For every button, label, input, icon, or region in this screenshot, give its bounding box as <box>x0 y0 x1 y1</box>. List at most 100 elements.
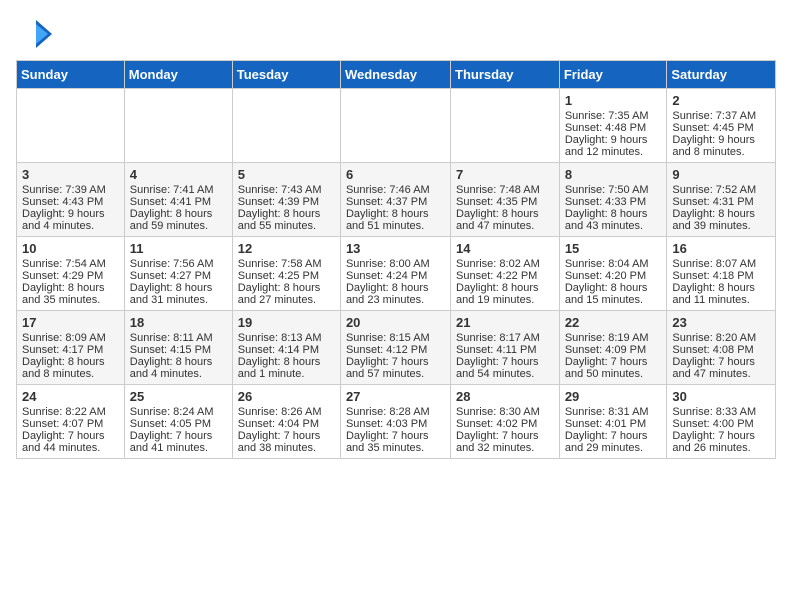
day-number: 4 <box>130 167 227 182</box>
day-info: Sunset: 4:31 PM <box>672 196 770 208</box>
day-info: Sunset: 4:05 PM <box>130 418 227 430</box>
day-header-tuesday: Tuesday <box>232 61 340 89</box>
day-info: Sunrise: 8:33 AM <box>672 406 770 418</box>
day-info: Daylight: 8 hours and 43 minutes. <box>565 208 662 232</box>
day-number: 25 <box>130 389 227 404</box>
day-info: Daylight: 7 hours and 44 minutes. <box>22 430 119 454</box>
calendar-cell: 3Sunrise: 7:39 AMSunset: 4:43 PMDaylight… <box>17 163 125 237</box>
day-info: Sunrise: 7:52 AM <box>672 184 770 196</box>
calendar-table: SundayMondayTuesdayWednesdayThursdayFrid… <box>16 60 776 459</box>
day-info: Sunset: 4:08 PM <box>672 344 770 356</box>
day-info: Sunrise: 8:30 AM <box>456 406 554 418</box>
day-info: Daylight: 8 hours and 1 minute. <box>238 356 335 380</box>
day-number: 2 <box>672 93 770 108</box>
day-info: Sunrise: 8:13 AM <box>238 332 335 344</box>
day-number: 20 <box>346 315 445 330</box>
calendar-cell: 25 Sunrise: 8:24 AMSunset: 4:05 PMDayligh… <box>124 385 232 459</box>
day-info: Sunrise: 7:46 AM <box>346 184 445 196</box>
day-number: 1 <box>565 93 662 108</box>
day-number: 11 <box>130 241 227 256</box>
day-info: Sunset: 4:27 PM <box>130 270 227 282</box>
day-info: Sunset: 4:29 PM <box>22 270 119 282</box>
day-number: 22 <box>565 315 662 330</box>
day-number: 7 <box>456 167 554 182</box>
calendar-cell: 4Sunrise: 7:41 AMSunset: 4:41 PMDaylight… <box>124 163 232 237</box>
day-info: Daylight: 7 hours and 57 minutes. <box>346 356 445 380</box>
day-info: Sunset: 4:14 PM <box>238 344 335 356</box>
calendar-cell: 5Sunrise: 7:43 AMSunset: 4:39 PMDaylight… <box>232 163 340 237</box>
calendar-cell: 8Sunrise: 7:50 AMSunset: 4:33 PMDaylight… <box>559 163 667 237</box>
day-info: Sunrise: 7:50 AM <box>565 184 662 196</box>
day-info: Sunrise: 8:22 AM <box>22 406 119 418</box>
calendar-cell <box>232 89 340 163</box>
calendar-cell: 2Sunrise: 7:37 AMSunset: 4:45 PMDaylight… <box>667 89 776 163</box>
day-info: Daylight: 8 hours and 15 minutes. <box>565 282 662 306</box>
day-info: Sunset: 4:17 PM <box>22 344 119 356</box>
day-number: 6 <box>346 167 445 182</box>
day-number: 27 <box>346 389 445 404</box>
day-info: Sunrise: 7:56 AM <box>130 258 227 270</box>
day-info: Sunset: 4:41 PM <box>130 196 227 208</box>
day-info: Sunset: 4:48 PM <box>565 122 662 134</box>
day-info: Sunset: 4:20 PM <box>565 270 662 282</box>
day-info: Daylight: 9 hours and 12 minutes. <box>565 134 662 158</box>
day-info: Sunset: 4:11 PM <box>456 344 554 356</box>
day-number: 26 <box>238 389 335 404</box>
day-info: Sunrise: 8:00 AM <box>346 258 445 270</box>
day-info: Sunrise: 8:31 AM <box>565 406 662 418</box>
day-info: Sunset: 4:04 PM <box>238 418 335 430</box>
day-info: Daylight: 7 hours and 38 minutes. <box>238 430 335 454</box>
day-info: Sunrise: 8:07 AM <box>672 258 770 270</box>
calendar-cell: 24Sunrise: 8:22 AMSunset: 4:07 PMDayligh… <box>17 385 125 459</box>
day-header-friday: Friday <box>559 61 667 89</box>
day-info: Daylight: 8 hours and 55 minutes. <box>238 208 335 232</box>
day-number: 19 <box>238 315 335 330</box>
day-info: Sunrise: 7:48 AM <box>456 184 554 196</box>
day-info: Daylight: 8 hours and 11 minutes. <box>672 282 770 306</box>
day-info: Sunset: 4:07 PM <box>22 418 119 430</box>
day-info: Sunset: 4:43 PM <box>22 196 119 208</box>
day-number: 29 <box>565 389 662 404</box>
day-info: Daylight: 7 hours and 50 minutes. <box>565 356 662 380</box>
calendar-cell <box>340 89 450 163</box>
calendar-cell: 13Sunrise: 8:00 AMSunset: 4:24 PMDayligh… <box>340 237 450 311</box>
day-header-sunday: Sunday <box>17 61 125 89</box>
day-info: Daylight: 9 hours and 8 minutes. <box>672 134 770 158</box>
day-number: 15 <box>565 241 662 256</box>
day-number: 5 <box>238 167 335 182</box>
day-info: Daylight: 7 hours and 35 minutes. <box>346 430 445 454</box>
day-info: Daylight: 8 hours and 47 minutes. <box>456 208 554 232</box>
calendar-cell: 22 Sunrise: 8:19 AMSunset: 4:09 PMDayligh… <box>559 311 667 385</box>
day-info: Daylight: 8 hours and 4 minutes. <box>130 356 227 380</box>
day-info: Sunset: 4:09 PM <box>565 344 662 356</box>
day-info: Sunrise: 8:24 AM <box>130 406 227 418</box>
logo-icon <box>16 16 52 52</box>
calendar-cell: 1 Sunrise: 7:35 AMSunset: 4:48 PMDaylight… <box>559 89 667 163</box>
day-number: 17 <box>22 315 119 330</box>
day-info: Sunset: 4:33 PM <box>565 196 662 208</box>
calendar-cell: 23Sunrise: 8:20 AMSunset: 4:08 PMDayligh… <box>667 311 776 385</box>
calendar-cell: 6Sunrise: 7:46 AMSunset: 4:37 PMDaylight… <box>340 163 450 237</box>
calendar-cell: 14Sunrise: 8:02 AMSunset: 4:22 PMDayligh… <box>451 237 560 311</box>
day-info: Sunset: 4:18 PM <box>672 270 770 282</box>
day-info: Daylight: 8 hours and 27 minutes. <box>238 282 335 306</box>
day-info: Sunrise: 8:11 AM <box>130 332 227 344</box>
day-info: Sunset: 4:37 PM <box>346 196 445 208</box>
day-info: Sunrise: 8:19 AM <box>565 332 662 344</box>
day-info: Sunset: 4:35 PM <box>456 196 554 208</box>
day-number: 14 <box>456 241 554 256</box>
day-info: Sunrise: 7:39 AM <box>22 184 119 196</box>
calendar-cell: 10Sunrise: 7:54 AMSunset: 4:29 PMDayligh… <box>17 237 125 311</box>
day-info: Sunrise: 7:35 AM <box>565 110 662 122</box>
calendar-cell: 16Sunrise: 8:07 AMSunset: 4:18 PMDayligh… <box>667 237 776 311</box>
day-info: Daylight: 7 hours and 54 minutes. <box>456 356 554 380</box>
calendar-cell <box>17 89 125 163</box>
day-info: Sunrise: 8:17 AM <box>456 332 554 344</box>
calendar-week-5: 24Sunrise: 8:22 AMSunset: 4:07 PMDayligh… <box>17 385 776 459</box>
day-info: Sunset: 4:24 PM <box>346 270 445 282</box>
day-info: Sunrise: 8:09 AM <box>22 332 119 344</box>
calendar-cell: 9Sunrise: 7:52 AMSunset: 4:31 PMDaylight… <box>667 163 776 237</box>
day-info: Daylight: 7 hours and 41 minutes. <box>130 430 227 454</box>
day-info: Sunrise: 7:58 AM <box>238 258 335 270</box>
day-info: Daylight: 8 hours and 59 minutes. <box>130 208 227 232</box>
